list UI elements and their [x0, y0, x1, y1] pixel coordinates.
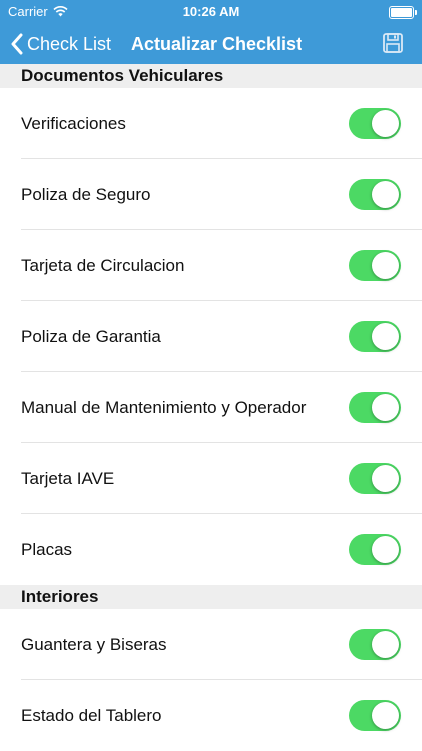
back-button[interactable]: Check List [10, 30, 111, 58]
item-label: Poliza de Garantia [21, 327, 161, 346]
status-time: 10:26 AM [182, 4, 240, 19]
item-label: Tarjeta IAVE [21, 469, 115, 488]
list-item: Manual de Mantenimiento y Operador [0, 372, 422, 443]
item-label: Verificaciones [21, 114, 126, 133]
toggle-knob [372, 465, 399, 492]
floppy-disk-icon[interactable] [382, 32, 404, 54]
item-label: Estado del Tablero [21, 706, 162, 725]
toggle-knob [372, 631, 399, 658]
list-item: Estado del Tablero [0, 680, 422, 751]
page-title: Actualizar Checklist [131, 34, 303, 54]
item-label: Manual de Mantenimiento y Operador [21, 398, 307, 417]
navigation-bar: Check List Actualizar Checklist [0, 24, 422, 64]
section-header: Interiores [0, 585, 422, 609]
item-label: Tarjeta de Circulacion [21, 256, 185, 275]
toggle-switch[interactable] [349, 321, 401, 352]
item-label: Guantera y Biseras [21, 635, 167, 654]
toggle-switch[interactable] [349, 250, 401, 281]
status-bar: Carrier 10:26 AM [0, 0, 422, 24]
toggle-switch[interactable] [349, 179, 401, 210]
list-item: Verificaciones [0, 88, 422, 159]
back-button-label: Check List [27, 33, 112, 54]
toggle-switch[interactable] [349, 534, 401, 565]
list-item: Tarjeta de Circulacion [0, 230, 422, 301]
toggle-knob [372, 323, 399, 350]
item-label: Placas [21, 540, 73, 559]
toggle-switch[interactable] [349, 392, 401, 423]
toggle-knob [372, 394, 399, 421]
list-item: Guantera y Biseras [0, 609, 422, 680]
list-item: Poliza de Seguro [0, 159, 422, 230]
chevron-left-icon [11, 33, 23, 55]
section-header: Documentos Vehiculares [0, 64, 422, 88]
toggle-switch[interactable] [349, 700, 401, 731]
checklist: Documentos Vehiculares Verificaciones Po… [0, 64, 422, 751]
toggle-knob [372, 181, 399, 208]
list-item: Poliza de Garantia [0, 301, 422, 372]
toggle-knob [372, 536, 399, 563]
toggle-switch[interactable] [349, 629, 401, 660]
battery-icon [389, 6, 417, 19]
toggle-switch[interactable] [349, 108, 401, 139]
toggle-knob [372, 110, 399, 137]
item-label: Poliza de Seguro [21, 185, 151, 204]
list-item: Placas [0, 514, 422, 585]
toggle-knob [372, 702, 399, 729]
list-item: Tarjeta IAVE [0, 443, 422, 514]
toggle-knob [372, 252, 399, 279]
toggle-switch[interactable] [349, 463, 401, 494]
